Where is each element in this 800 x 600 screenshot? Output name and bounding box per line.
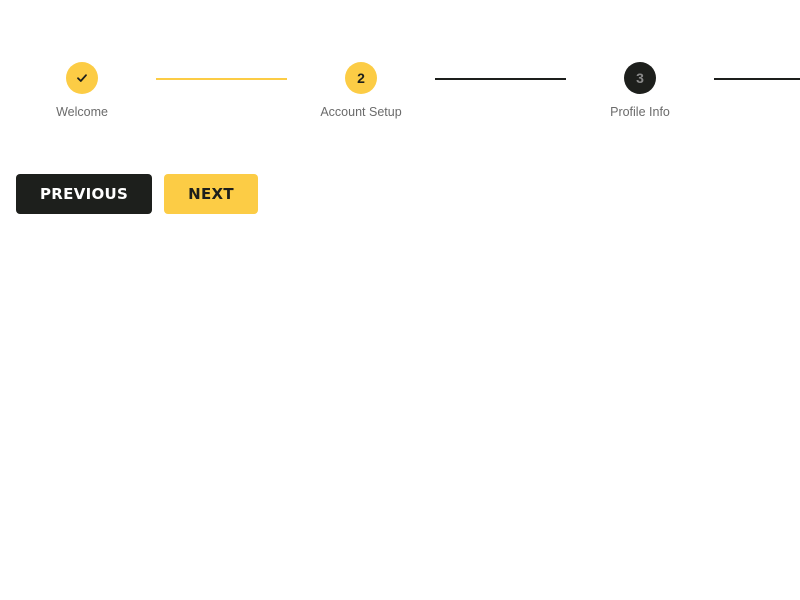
step-connector-2 bbox=[435, 78, 566, 80]
step-label: Profile Info bbox=[610, 105, 670, 119]
step-connector-3 bbox=[714, 78, 800, 80]
previous-button[interactable]: PREVIOUS bbox=[16, 174, 153, 214]
step-1-indicator bbox=[66, 62, 98, 94]
check-icon bbox=[77, 74, 87, 82]
stepper: Welcome 2 Account Setup 3 Profile Info bbox=[0, 0, 800, 130]
step-2-indicator: 2 bbox=[345, 62, 377, 94]
step-connector-1 bbox=[156, 78, 287, 80]
stepper-actions: PREVIOUS NEXT bbox=[16, 174, 258, 214]
step-number: 2 bbox=[357, 70, 365, 86]
step-label: Account Setup bbox=[320, 105, 402, 119]
step-label: Welcome bbox=[56, 105, 108, 119]
step-account-setup[interactable]: 2 Account Setup bbox=[291, 62, 431, 122]
step-3-indicator: 3 bbox=[624, 62, 656, 94]
next-button[interactable]: NEXT bbox=[164, 174, 258, 214]
step-profile-info[interactable]: 3 Profile Info bbox=[570, 62, 710, 122]
step-number: 3 bbox=[636, 70, 644, 86]
step-welcome[interactable]: Welcome bbox=[12, 62, 152, 122]
